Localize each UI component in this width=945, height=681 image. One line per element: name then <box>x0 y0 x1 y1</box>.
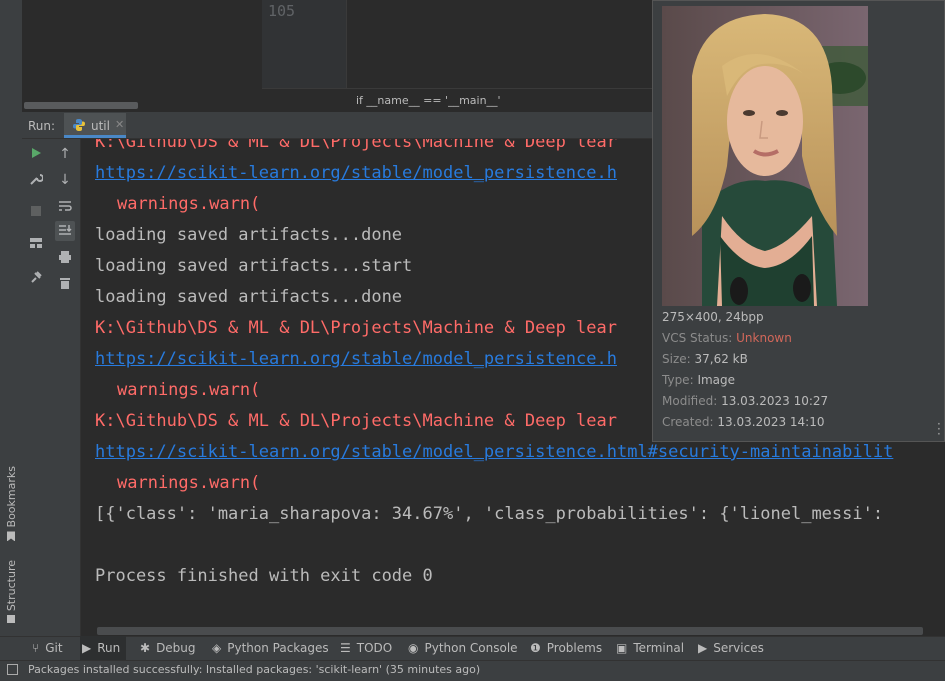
run-toolbar-primary <box>22 139 50 636</box>
soft-wrap-icon[interactable] <box>55 196 75 216</box>
tool-tab-services[interactable]: ▶ Services <box>696 636 770 660</box>
vcs-status-value: Unknown <box>736 331 792 345</box>
console-line: K:\Github\DS & ML & DL\Projects\Machine … <box>95 318 617 338</box>
status-message[interactable]: Packages installed successfully: Install… <box>28 663 480 676</box>
console-line: K:\Github\DS & ML & DL\Projects\Machine … <box>95 411 617 431</box>
status-square-icon[interactable] <box>7 664 18 675</box>
print-icon[interactable] <box>55 247 75 267</box>
console-line: warnings.warn( <box>117 194 261 214</box>
breadcrumb[interactable]: if __name__ == '__main__' <box>356 94 501 107</box>
console-line: K:\Github\DS & ML & DL\Projects\Machine … <box>95 139 617 152</box>
layout-icon[interactable] <box>26 233 46 253</box>
structure-icon <box>7 615 15 624</box>
rerun-icon[interactable] <box>26 143 46 163</box>
python-console-icon: ◉ <box>408 641 419 655</box>
tool-tab-problems[interactable]: ❶ Problems <box>528 636 608 660</box>
tool-tab-label: Git <box>45 641 63 655</box>
close-tab-icon[interactable]: ✕ <box>115 118 124 131</box>
project-scrollbar[interactable] <box>24 102 138 109</box>
tool-tab-label: Problems <box>546 641 603 655</box>
services-icon: ▶ <box>698 641 708 655</box>
stop-icon[interactable] <box>26 201 46 221</box>
structure-label: Structure <box>4 560 18 612</box>
run-tab-label: util <box>91 119 110 133</box>
console-link[interactable]: https://scikit-learn.org/stable/model_pe… <box>95 349 617 369</box>
terminal-icon: ▣ <box>616 641 628 655</box>
arrow-down-icon[interactable]: ↓ <box>55 170 75 190</box>
wrench-icon[interactable] <box>26 169 46 189</box>
file-type: Type: Image <box>662 373 736 387</box>
tool-tab-label: TODO <box>356 641 393 655</box>
more-options-icon[interactable]: · · · <box>937 418 941 440</box>
pin-icon[interactable] <box>26 267 46 287</box>
packages-icon: ◈ <box>212 641 222 655</box>
console-line: warnings.warn( <box>117 380 261 400</box>
console-link[interactable]: https://scikit-learn.org/stable/model_pe… <box>95 163 617 183</box>
bookmarks-tool-button[interactable]: Bookmarks <box>3 466 19 542</box>
console-line: warnings.warn( <box>117 473 261 493</box>
python-icon <box>73 119 85 131</box>
tool-tab-git[interactable]: ⑂ Git <box>30 636 69 660</box>
console-line: loading saved artifacts...done <box>95 225 403 245</box>
structure-tool-button[interactable]: Structure <box>3 560 19 624</box>
tool-tab-label: Debug <box>156 641 196 655</box>
console-horizontal-scrollbar[interactable] <box>97 627 923 635</box>
modified-date: Modified: 13.03.2023 10:27 <box>662 394 829 408</box>
scroll-to-end-icon[interactable] <box>55 221 75 241</box>
console-link[interactable]: https://scikit-learn.org/stable/model_pe… <box>95 442 893 462</box>
git-branch-icon: ⑂ <box>32 641 40 655</box>
line-number: 105 <box>268 2 296 20</box>
console-line: [{'class': 'maria_sharapova: 34.67%', 'c… <box>95 504 884 524</box>
tool-tab-python-packages[interactable]: ◈ Python Packages <box>210 636 335 660</box>
todo-icon: ☰ <box>340 641 351 655</box>
created-date: Created: 13.03.2023 14:10 <box>662 415 825 429</box>
run-toolbar-secondary: ↑ ↓ <box>50 139 81 636</box>
console-line: loading saved artifacts...done <box>95 287 403 307</box>
file-size: Size: 37,62 kB <box>662 352 748 366</box>
run-icon: ▶ <box>82 641 92 655</box>
vcs-status: VCS Status: Unknown <box>662 331 792 345</box>
tool-tab-label: Python Console <box>424 641 518 655</box>
tool-tab-todo[interactable]: ☰ TODO <box>338 636 398 660</box>
tool-tab-debug[interactable]: ✱ Debug <box>138 636 202 660</box>
console-line: loading saved artifacts...start <box>95 256 413 276</box>
preview-image <box>662 6 868 306</box>
tool-tab-run[interactable]: ▶ Run <box>80 636 127 660</box>
bookmark-icon <box>7 531 15 542</box>
bug-icon: ✱ <box>140 641 151 655</box>
image-dimensions: 275×400, 24bpp <box>662 310 764 324</box>
tool-tab-terminal[interactable]: ▣ Terminal <box>614 636 690 660</box>
run-panel-label: Run: <box>28 119 56 133</box>
tool-tab-python-console[interactable]: ◉ Python Console <box>406 636 524 660</box>
console-line: Process finished with exit code 0 <box>95 566 433 586</box>
tool-tab-label: Terminal <box>633 641 685 655</box>
tool-tab-label: Services <box>713 641 764 655</box>
tool-tab-label: Python Packages <box>227 641 329 655</box>
bookmarks-label: Bookmarks <box>4 466 18 528</box>
trash-icon[interactable] <box>55 273 75 293</box>
tool-tab-label: Run <box>97 641 121 655</box>
problems-icon: ❶ <box>530 641 541 655</box>
arrow-up-icon[interactable]: ↑ <box>55 144 75 164</box>
